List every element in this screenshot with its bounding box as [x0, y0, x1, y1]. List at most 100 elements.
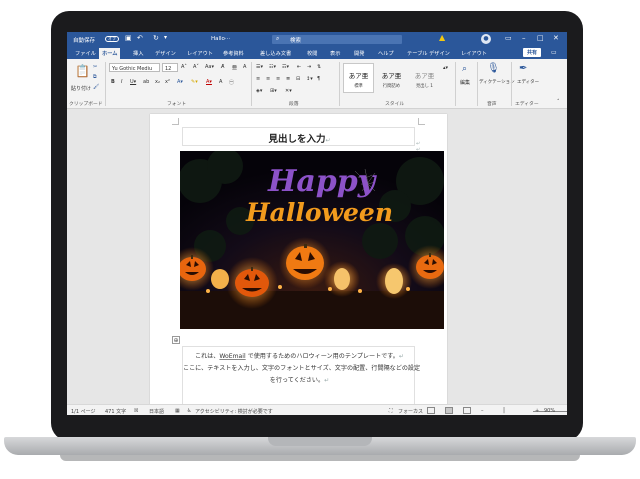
borders-icon[interactable]: ⊞▾ [270, 88, 277, 94]
cut-icon[interactable]: ✂ [93, 64, 97, 70]
align-center-icon[interactable]: ≡ [266, 76, 270, 82]
tab-review[interactable]: 校閲 [307, 50, 317, 57]
document-area[interactable]: 見出しを入力↵ ↵ Happy Halloween ↵ ⊕ これは、WoEmai… [67, 110, 567, 406]
italic-icon[interactable]: I [121, 79, 122, 85]
tab-design[interactable]: デザイン [155, 50, 176, 57]
subscript-icon[interactable]: x₂ [155, 79, 160, 85]
line-spacing-icon[interactable]: ↕▾ [306, 76, 313, 82]
user-icon[interactable]: ● [481, 34, 491, 44]
undo-icon[interactable]: ↶ [137, 34, 143, 42]
numbering-icon[interactable]: ☷▾ [269, 64, 276, 70]
tab-layout[interactable]: レイアウト [187, 50, 213, 57]
asian-layout-icon[interactable]: ✕▾ [285, 88, 292, 94]
quick-access-more-icon[interactable]: ▾ [164, 34, 167, 41]
tab-table-layout[interactable]: レイアウト [461, 50, 487, 57]
grow-font-icon[interactable]: A˄ [181, 64, 187, 70]
bullets-icon[interactable]: ☰▾ [256, 64, 263, 70]
text-effects-icon[interactable]: A▾ [177, 79, 183, 85]
tab-insert[interactable]: 挿入 [133, 50, 143, 57]
zoom-in-icon[interactable]: + [535, 408, 539, 414]
editing-label[interactable]: 編集 [460, 79, 470, 86]
maximize-icon[interactable]: □ [537, 34, 544, 42]
accessibility-icon[interactable]: ♿ [187, 408, 191, 414]
tab-view[interactable]: 表示 [330, 50, 340, 57]
accessibility-status[interactable]: アクセシビリティ: 検討が必要です [195, 408, 273, 415]
web-layout-button[interactable] [463, 407, 471, 414]
format-painter-icon[interactable]: 🖌 [93, 84, 99, 90]
enclose-char-icon[interactable]: ㊀ [229, 79, 234, 86]
tab-mailings[interactable]: 差し込み文書 [260, 50, 291, 57]
tab-home[interactable]: ホーム [99, 48, 121, 59]
distributed-icon[interactable]: ⊟ [296, 76, 300, 82]
redo-icon[interactable]: ↻ [153, 34, 159, 42]
proofing-icon[interactable]: ☒ [134, 408, 138, 414]
multilevel-list-icon[interactable]: ☶▾ [282, 64, 289, 70]
prediction-icon[interactable]: ▦ [175, 408, 180, 414]
focus-icon[interactable]: ⛶ [389, 408, 393, 414]
heading-text[interactable]: 見出しを入力↵ [183, 131, 416, 145]
shrink-font-icon[interactable]: A˅ [193, 64, 199, 70]
align-right-icon[interactable]: ≡ [276, 76, 280, 82]
font-color-icon[interactable]: A▾ [206, 79, 212, 85]
share-button[interactable]: 共有 [523, 48, 542, 57]
strikethrough-icon[interactable]: ab [143, 79, 149, 85]
halloween-photo[interactable]: Happy Halloween [180, 151, 444, 329]
change-case-icon[interactable]: Aa▾ [205, 64, 214, 70]
style-normal[interactable]: あア亜 標準 [343, 63, 374, 93]
superscript-icon[interactable]: x² [165, 79, 170, 85]
editor-label[interactable]: エディター [517, 79, 539, 85]
tab-table-design[interactable]: テーブル デザイン [407, 50, 450, 57]
char-border-icon[interactable]: A [243, 64, 246, 70]
align-left-icon[interactable]: ≡ [256, 76, 260, 82]
close-icon[interactable]: ✕ [553, 34, 559, 42]
tab-help[interactable]: ヘルプ [378, 50, 394, 57]
paste-button-label[interactable]: 貼り付け [71, 85, 91, 92]
microphone-icon[interactable]: 🎙 [487, 63, 500, 74]
highlight-icon[interactable]: ✎▾ [191, 79, 198, 85]
zoom-level[interactable]: 90% [544, 408, 555, 414]
tab-references[interactable]: 参考資料 [223, 50, 244, 57]
shading-icon[interactable]: A [219, 79, 222, 85]
body-text-cell[interactable]: これは、WoEmail で使用するためのハロウィーン用のテンプレートです。↵ こ… [182, 346, 420, 406]
print-layout-button[interactable] [445, 407, 453, 414]
dictation-label[interactable]: ディクテーション [479, 79, 515, 85]
autosave-toggle[interactable]: オフ [105, 35, 119, 42]
zoom-out-icon[interactable]: – [481, 408, 484, 414]
shading-bucket-icon[interactable]: ◈▾ [256, 88, 262, 94]
tab-developer[interactable]: 開発 [354, 50, 364, 57]
heading-cell[interactable]: 見出しを入力↵ [182, 127, 415, 146]
font-size-select[interactable]: 12 [162, 63, 178, 72]
minimize-icon[interactable]: – [522, 34, 526, 42]
justify-icon[interactable]: ≣ [286, 76, 290, 82]
word-count[interactable]: 471 文字 [105, 408, 126, 415]
sort-icon[interactable]: ⇅ [317, 64, 321, 70]
focus-mode[interactable]: フォーカス [398, 408, 423, 415]
warning-icon[interactable]: ▲ [439, 33, 445, 42]
search-box[interactable]: ⌕ 検索 [272, 34, 402, 44]
show-marks-icon[interactable]: ¶ [317, 76, 320, 82]
tab-file[interactable]: ファイル [75, 50, 96, 57]
style-no-spacing[interactable]: あア亜 行間詰め [376, 63, 407, 93]
phonetic-guide-icon[interactable]: 亜 [232, 64, 237, 71]
page-count[interactable]: 1/1 ページ [71, 408, 96, 415]
table-move-handle[interactable]: ⊕ [172, 336, 180, 344]
find-icon[interactable]: ⌕ [462, 64, 467, 74]
font-name-select[interactable]: Yu Gothic Mediu [109, 63, 160, 72]
editor-pen-icon[interactable]: ✒ [519, 63, 527, 74]
body-text[interactable]: これは、WoEmail で使用するためのハロウィーン用のテンプレートです。↵ こ… [183, 351, 420, 387]
collapse-ribbon-icon[interactable]: ˄ [557, 99, 560, 105]
decrease-indent-icon[interactable]: ⇤ [297, 64, 301, 70]
styles-scroll-icon[interactable]: ▴▾ [443, 65, 448, 71]
ribbon-display-options-icon[interactable]: ▭ [505, 34, 512, 42]
underline-icon[interactable]: U▾ [130, 79, 136, 85]
copy-icon[interactable]: ⧉ [93, 74, 97, 80]
read-mode-button[interactable] [427, 407, 435, 414]
zoom-thumb[interactable]: | [503, 407, 505, 414]
paste-icon[interactable]: 📋 [75, 64, 90, 78]
document-page[interactable]: 見出しを入力↵ ↵ Happy Halloween ↵ ⊕ これは、WoEmai… [150, 114, 447, 406]
clear-format-icon[interactable]: A̸ [221, 64, 224, 70]
increase-indent-icon[interactable]: ⇥ [307, 64, 311, 70]
save-icon[interactable]: ▣ [125, 34, 132, 42]
language[interactable]: 日本語 [149, 408, 164, 415]
style-heading-1[interactable]: あア亜 見出し 1 [409, 63, 440, 93]
